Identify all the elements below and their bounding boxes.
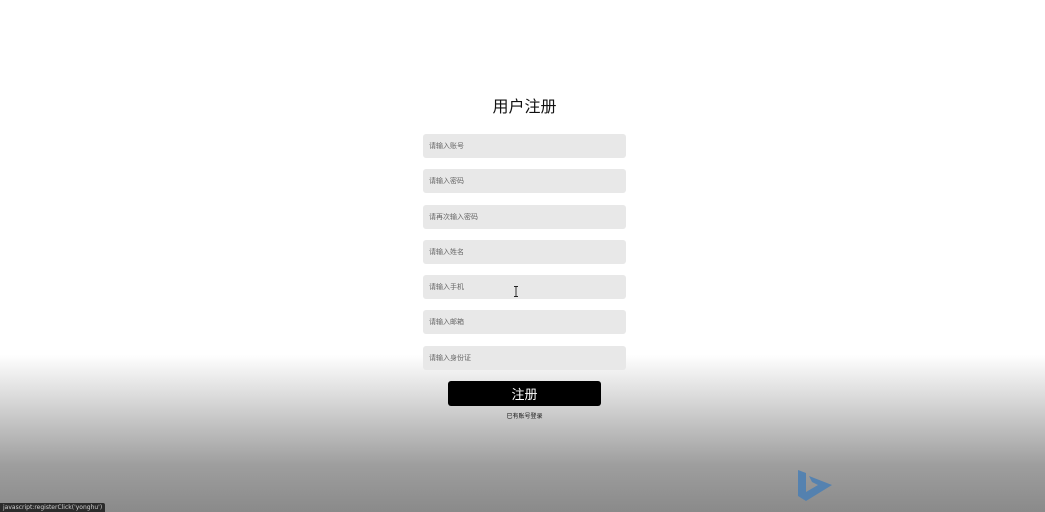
password-input[interactable] bbox=[423, 169, 626, 194]
text-cursor-icon bbox=[514, 286, 518, 297]
email-input[interactable] bbox=[423, 310, 626, 335]
register-form: 用户注册 注册 已有账号登录 bbox=[423, 94, 626, 420]
link-status-bar: javascript:registerClick('yonghu') bbox=[0, 503, 106, 512]
bing-logo-icon bbox=[798, 470, 832, 501]
login-link[interactable]: 已有账号登录 bbox=[423, 411, 626, 420]
password-confirm-input[interactable] bbox=[423, 204, 626, 229]
account-input[interactable] bbox=[423, 134, 626, 158]
phone-input[interactable] bbox=[423, 275, 626, 300]
register-button[interactable]: 注册 bbox=[448, 380, 601, 406]
name-input[interactable] bbox=[423, 239, 626, 264]
id-card-input[interactable] bbox=[423, 345, 626, 370]
page-title: 用户注册 bbox=[492, 97, 557, 116]
